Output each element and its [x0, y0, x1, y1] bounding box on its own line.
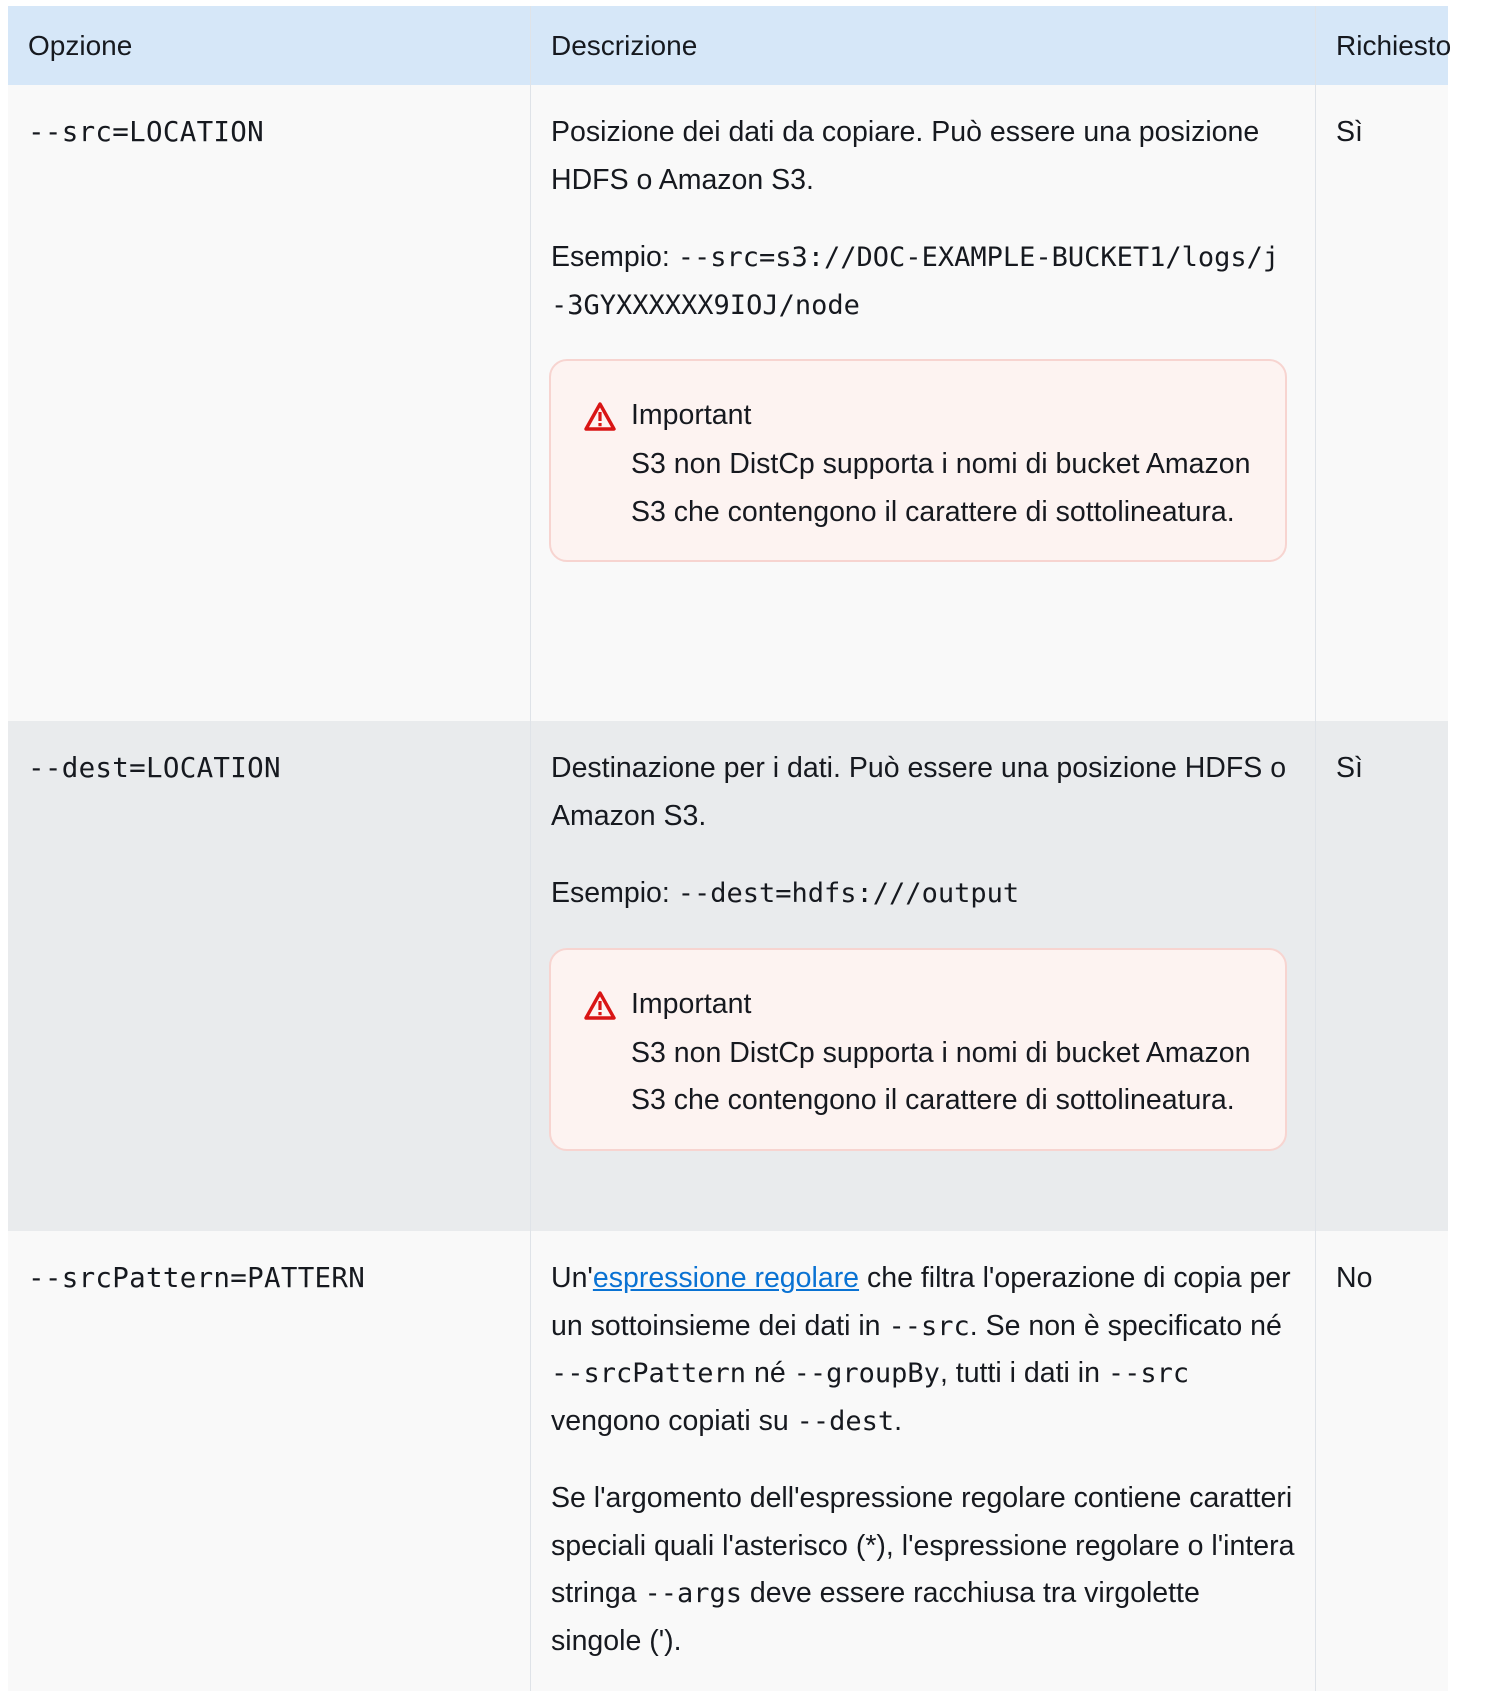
- option-note: Se l'argomento dell'espressione regolare…: [551, 1482, 1295, 1657]
- example-code: --dest=hdfs:///output: [677, 878, 1020, 909]
- inline-code: --src: [888, 1310, 970, 1342]
- inline-code: --args: [644, 1578, 743, 1609]
- inline-code: --dest: [796, 1405, 895, 1437]
- option-name: --src=LOCATION: [28, 116, 264, 148]
- alert-title: Important: [631, 399, 752, 431]
- inline-code: --src: [1107, 1358, 1190, 1389]
- warning-triangle-icon: [583, 395, 617, 536]
- header-required: Richiesto: [1336, 29, 1452, 61]
- warning-triangle-icon: [583, 984, 617, 1125]
- regex-link[interactable]: espressione regolare: [593, 1262, 859, 1294]
- inline-code: --srcPattern: [551, 1358, 747, 1389]
- option-example: Esempio: --src=s3://DOC-EXAMPLE-BUCKET1/…: [551, 241, 1280, 321]
- alert-text: S3 non DistCp supporta i nomi di bucket …: [631, 1036, 1251, 1117]
- header-description: Descrizione: [531, 6, 1316, 85]
- required-value: Sì: [1336, 116, 1363, 148]
- option-description: Un'espressione regolare che filtra l'ope…: [551, 1262, 1291, 1437]
- table-row: --srcPattern=PATTERN Un'espressione rego…: [8, 1231, 1448, 1691]
- option-example: Esempio: --dest=hdfs:///output: [551, 877, 1020, 909]
- table-header-row: Opzione Descrizione Richiesto: [8, 6, 1452, 85]
- option-name: --srcPattern=PATTERN: [28, 1262, 366, 1294]
- option-description: Destinazione per i dati. Può essere una …: [551, 752, 1287, 832]
- options-table: Opzione Descrizione Richiesto --src=LOCA…: [8, 6, 1452, 1691]
- table-row: --dest=LOCATION Destinazione per i dati.…: [8, 721, 1448, 1231]
- important-alert: Important S3 non DistCp supporta i nomi …: [549, 947, 1287, 1151]
- required-value: Sì: [1336, 752, 1363, 784]
- option-description: Posizione dei dati da copiare. Può esser…: [551, 116, 1260, 196]
- inline-code: --groupBy: [793, 1358, 940, 1389]
- required-value: No: [1336, 1262, 1373, 1294]
- alert-text: S3 non DistCp supporta i nomi di bucket …: [631, 448, 1251, 528]
- option-name: --dest=LOCATION: [28, 752, 281, 784]
- important-alert: Important S3 non DistCp supporta i nomi …: [549, 359, 1287, 562]
- table-row: --src=LOCATION Posizione dei dati da cop…: [8, 85, 1448, 721]
- header-option: Opzione: [8, 6, 531, 85]
- alert-title: Important: [631, 987, 752, 1020]
